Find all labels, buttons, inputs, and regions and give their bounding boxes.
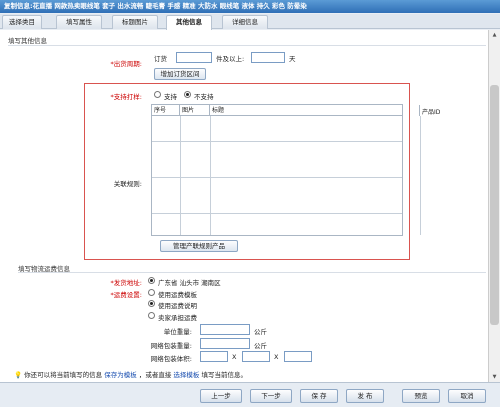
save-button[interactable]: 保 存 — [300, 389, 338, 403]
tip-text: 你还可以将当前填写的信息 — [24, 371, 103, 379]
ship-days-input[interactable] — [251, 52, 285, 63]
times-symbol: X — [274, 353, 279, 361]
template-tip: 💡 你还可以将当前填写的信息 保存为模板 ，或者直接 选择模板 填写当前信息。 — [14, 369, 247, 379]
pack-weight-unit: 公斤 — [254, 342, 267, 350]
volume-height-input[interactable] — [284, 351, 312, 362]
table-vline — [180, 116, 181, 235]
dropship-no-label: 不支持 — [194, 93, 214, 101]
col-image-header: 图片 — [180, 105, 210, 116]
ship-address-value: 广东省 汕头市 潮南区 — [158, 279, 221, 287]
window-title: 复制信息:花直播 网款热卖眼线笔 套子 出水流畅 睫毛膏 手感 精准 大防水 眼… — [0, 0, 500, 13]
volume-width-input[interactable] — [242, 351, 270, 362]
fee-template-radio[interactable] — [148, 289, 155, 296]
next-step-button[interactable]: 下一步 — [250, 389, 292, 403]
pack-volume-label: 网络包装体积: — [150, 355, 192, 363]
vertical-scrollbar[interactable]: ▲ ▼ — [488, 30, 500, 382]
ship-period-label: *出货周期: — [110, 60, 142, 68]
dropship-label: *支持打样: — [110, 93, 142, 101]
shipping-fee-label: *运费设置: — [110, 291, 142, 299]
table-hline — [152, 213, 402, 214]
ship-address-label: *发货地址: — [110, 279, 142, 287]
table-header: 序号 图片 标题 — [152, 105, 420, 116]
manage-related-products-button[interactable]: 管理产联规则产品 — [160, 240, 238, 252]
main-content: 填写其他信息 *出货周期: 订货 件及以上: 天 增加订货区间 *支持打样: 支… — [0, 30, 488, 382]
footer-bar: 上一步 下一步 保 存 发 布 预览 取消 — [0, 382, 500, 407]
choose-template-link[interactable]: 选择模板 — [173, 371, 199, 379]
add-order-range-button[interactable]: 增加订货区间 — [154, 68, 206, 80]
table-vline — [210, 116, 211, 235]
fee-description-label: 使用运费说明 — [158, 302, 197, 310]
qty-above-label: 件及以上: — [216, 55, 245, 63]
unit-weight-input[interactable] — [200, 324, 250, 335]
unit-weight-unit: 公斤 — [254, 328, 267, 336]
ship-address-radio[interactable] — [148, 277, 155, 284]
section-divider — [8, 45, 486, 46]
dropship-yes-label: 支持 — [164, 93, 177, 101]
pack-weight-input[interactable] — [200, 338, 250, 349]
lightbulb-icon: 💡 — [14, 371, 23, 379]
tab-select-category[interactable]: 选择类目 — [2, 15, 42, 29]
tab-bar: 选择类目 填写属性 标题图片 其他信息 详细信息 — [0, 14, 500, 30]
dropship-yes-radio[interactable] — [154, 91, 161, 98]
order-label: 订货 — [154, 55, 167, 63]
tab-title-images[interactable]: 标题图片 — [112, 15, 158, 29]
tab-detail-info[interactable]: 详细信息 — [222, 15, 268, 29]
days-unit: 天 — [289, 55, 296, 63]
seller-pays-label: 卖家承担运费 — [158, 314, 197, 322]
seller-pays-radio[interactable] — [148, 312, 155, 319]
scroll-down-icon[interactable]: ▼ — [489, 372, 500, 382]
table-vline — [420, 116, 421, 235]
order-qty-input[interactable] — [176, 52, 212, 63]
tip-text: ，或者直接 — [138, 371, 172, 379]
related-products-table: 序号 图片 标题 产品ID — [151, 104, 440, 236]
section-divider — [18, 272, 486, 273]
cancel-button[interactable]: 取消 — [448, 389, 486, 403]
tip-text: 填写当前信息。 — [201, 371, 247, 379]
save-as-template-link[interactable]: 保存为模板 — [104, 371, 137, 379]
pack-weight-label: 网络包装重量: — [150, 342, 192, 350]
tab-other-info[interactable]: 其他信息 — [166, 15, 212, 30]
publish-button[interactable]: 发 布 — [346, 389, 384, 403]
col-product-id-header-text: 产品ID — [422, 109, 441, 116]
prev-step-button[interactable]: 上一步 — [200, 389, 242, 403]
fee-template-label: 使用运费模板 — [158, 291, 197, 299]
table-hline — [152, 141, 402, 142]
col-index-header: 序号 — [152, 105, 180, 116]
scroll-up-icon[interactable]: ▲ — [489, 30, 500, 40]
volume-length-input[interactable] — [200, 351, 228, 362]
preview-button[interactable]: 预览 — [402, 389, 440, 403]
times-symbol: X — [232, 353, 237, 361]
col-title-header: 标题 — [210, 105, 420, 116]
fee-description-radio[interactable] — [148, 300, 155, 307]
other-info-section-title: 填写其他信息 — [8, 37, 47, 45]
table-hline — [152, 177, 402, 178]
scroll-thumb[interactable] — [490, 85, 499, 325]
dropship-no-radio[interactable] — [184, 91, 191, 98]
unit-weight-label: 单位重量: — [163, 328, 192, 336]
tab-fill-attributes[interactable]: 填写属性 — [56, 15, 102, 29]
related-rules-label: 关联规则: — [113, 180, 142, 188]
